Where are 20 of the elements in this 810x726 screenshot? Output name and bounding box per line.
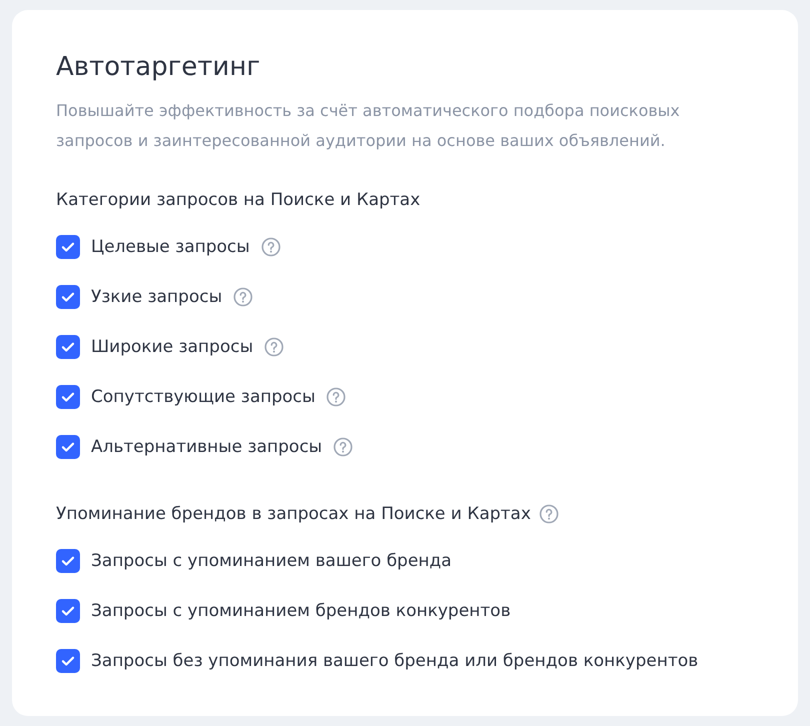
checkbox[interactable]	[56, 235, 80, 259]
option-label[interactable]: Альтернативные запросы	[91, 437, 322, 457]
description-text: Повышайте эффективность за счёт автоматического подбора поисковых запросов и заинтересованной аудитории на основе ваших объявлений.	[56, 100, 681, 152]
checkbox[interactable]	[56, 335, 80, 359]
section-heading: Упоминание брендов в запросах на Поиске и Картах	[56, 503, 531, 526]
panel-title: Автотаргетинг	[56, 51, 262, 84]
checkbox[interactable]	[56, 435, 80, 459]
checkbox[interactable]	[56, 285, 80, 309]
option-label[interactable]: Запросы без упоминания вашего бренда или брендов конкурентов	[91, 651, 698, 671]
checkbox[interactable]	[56, 649, 80, 673]
checkbox[interactable]	[56, 549, 80, 573]
option-label[interactable]: Сопутствующие запросы	[91, 387, 316, 407]
option-label[interactable]: Узкие запросы	[91, 287, 222, 307]
option-label[interactable]: Целевые запросы	[91, 237, 250, 257]
checkbox[interactable]	[56, 599, 80, 623]
checkbox[interactable]	[56, 385, 80, 409]
option-label[interactable]: Запросы с упоминанием вашего бренда	[91, 551, 452, 571]
option-label[interactable]: Широкие запросы	[91, 337, 254, 357]
option-label[interactable]: Запросы с упоминанием брендов конкурентов	[91, 601, 511, 621]
section-heading: Категории запросов на Поиске и Картах	[56, 189, 420, 212]
